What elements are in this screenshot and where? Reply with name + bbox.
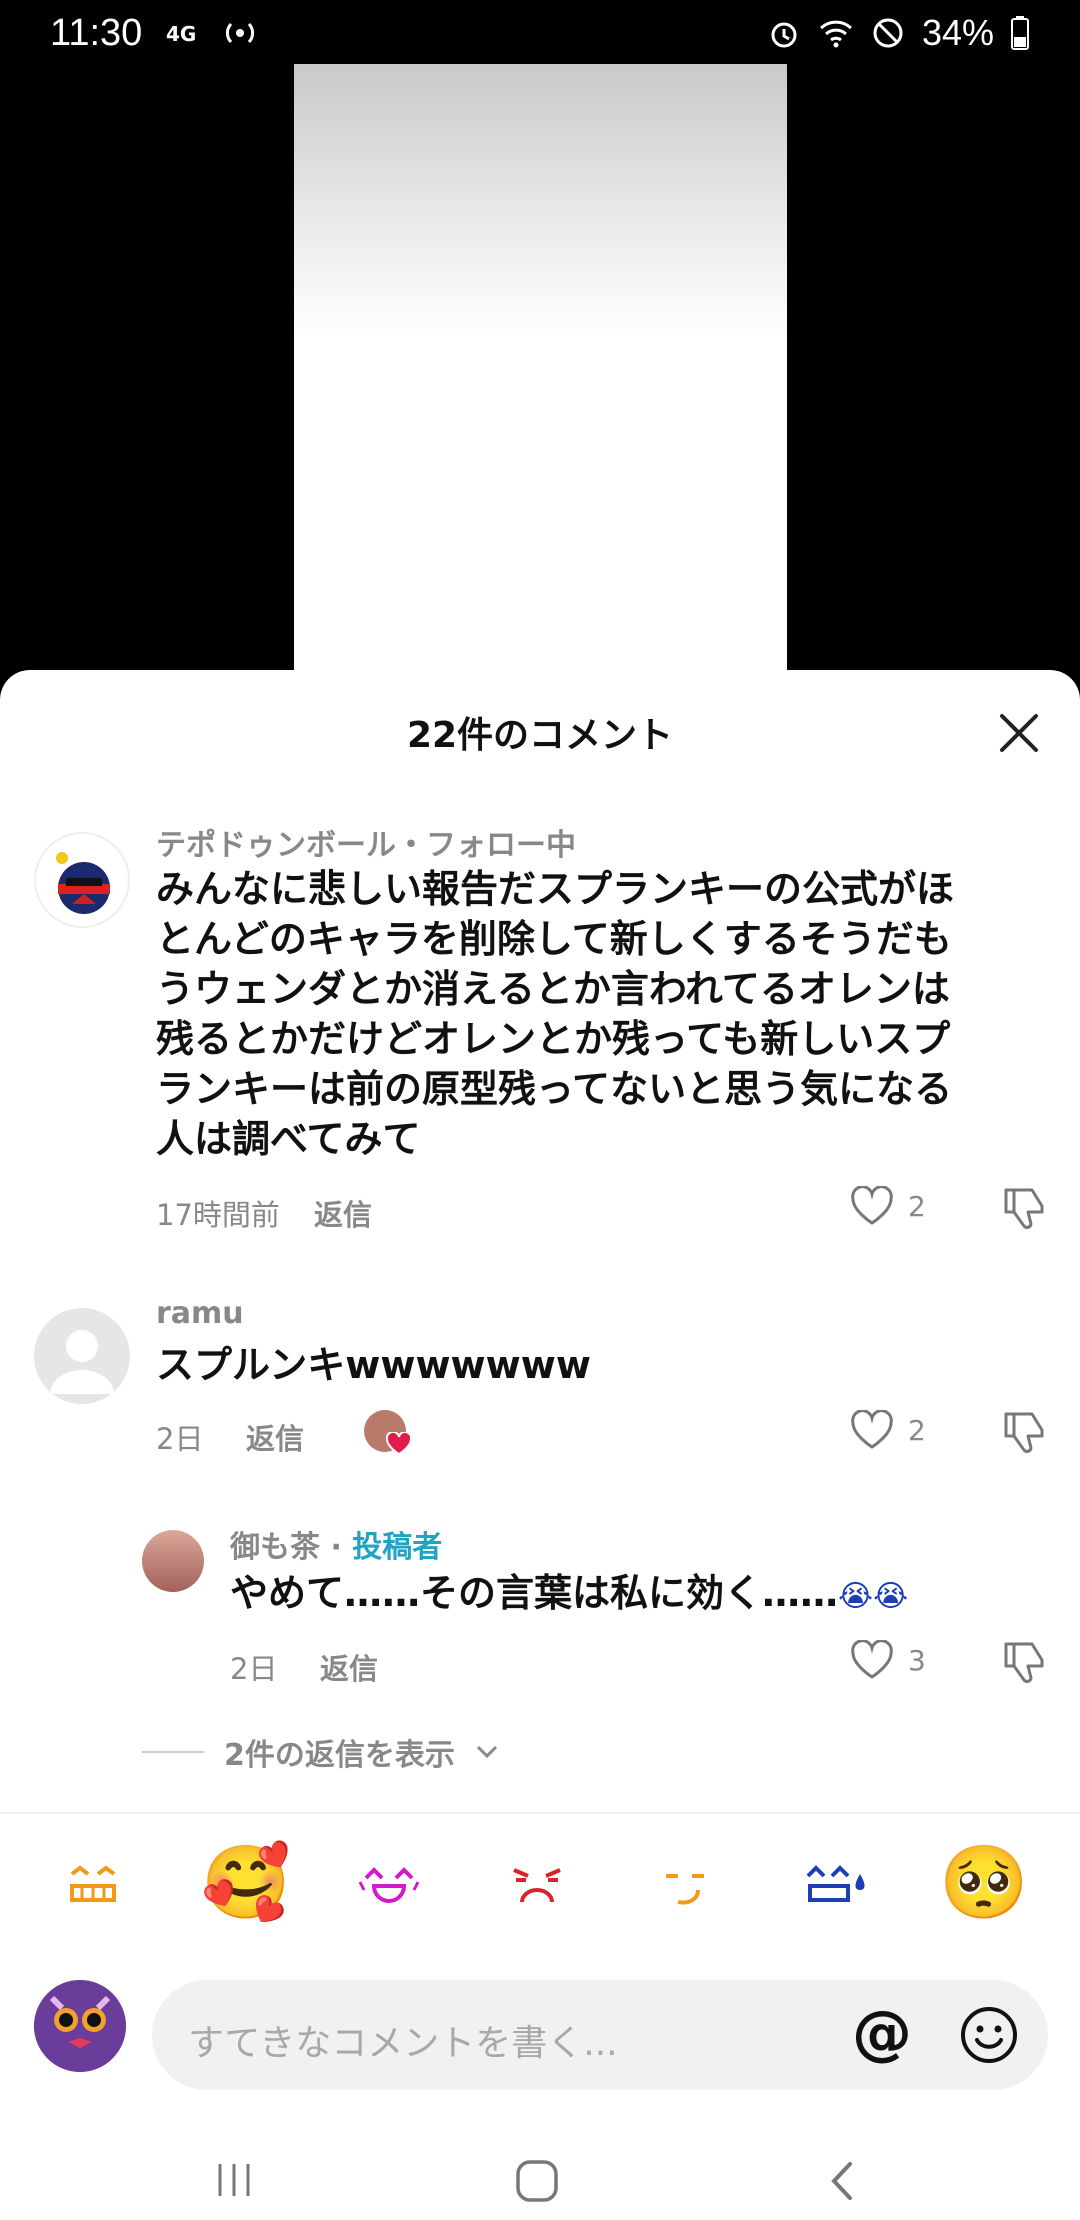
- comment-text: みんなに悲しい報告だスプランキーの公式がほ とんどのキャラを削除して新しくするそ…: [156, 864, 1036, 1164]
- mention-button[interactable]: @: [852, 1998, 912, 2068]
- like-button[interactable]: 2: [850, 1186, 926, 1226]
- screen: { "status_bar": { "time": "11:30", "batt…: [0, 0, 1080, 2220]
- sweat-emoji[interactable]: [790, 1840, 876, 1926]
- reply-text-body: やめて……その言葉は私に効く……: [230, 1571, 839, 1615]
- comment-input[interactable]: すてきなコメントを書く... @: [152, 1980, 1048, 2090]
- comment-timestamp: 17時間前: [156, 1198, 280, 1232]
- video-player[interactable]: [294, 64, 787, 670]
- heart-icon: [851, 1186, 893, 1225]
- recent-apps-icon[interactable]: [212, 2160, 256, 2200]
- dislike-icon[interactable]: [1000, 1640, 1048, 1684]
- svg-text:4G: 4G: [166, 22, 196, 46]
- smirk-emoji[interactable]: [642, 1840, 728, 1926]
- laughing-emoji[interactable]: [346, 1840, 432, 1926]
- my-avatar[interactable]: [34, 1980, 126, 2072]
- battery-percentage: 34%: [921, 12, 994, 53]
- comment-text-line: みんなに悲しい報告だスプランキーの公式がほ: [156, 867, 955, 911]
- avatar[interactable]: [34, 1308, 130, 1404]
- dislike-icon[interactable]: [1000, 1410, 1048, 1454]
- like-button[interactable]: 3: [850, 1640, 926, 1680]
- comment-composer: すてきなコメントを書く... @: [0, 1960, 1080, 2100]
- comment-text: スプルンキwwwwwww: [156, 1343, 591, 1387]
- comment-timestamp: 2日: [156, 1422, 204, 1456]
- hotspot-icon: [226, 22, 255, 44]
- like-button[interactable]: 2: [850, 1410, 926, 1450]
- author-badge: 投稿者: [352, 1530, 443, 1565]
- comments-title: 22件のコメント: [406, 715, 674, 756]
- comments-sheet: 22件のコメント テポドゥンボール・フォロー中 みんなに悲しい報告だスプランキー…: [0, 670, 1080, 2220]
- reply-text: やめて……その言葉は私に効く……😭😭: [230, 1568, 1030, 1622]
- dislike-icon[interactable]: [1000, 1186, 1048, 1230]
- smiling-face-with-hearts-emoji[interactable]: 🥰: [196, 1832, 296, 1932]
- view-replies-button[interactable]: 2件の返信を表示: [142, 1730, 499, 1774]
- emoji-picker-icon[interactable]: [958, 2004, 1020, 2066]
- comment-text-line: 人は調べてみて: [156, 1117, 421, 1161]
- comment-username[interactable]: ramu: [156, 1296, 244, 1331]
- comment-text-line: ランキーは前の原型残ってないと思う気になる: [156, 1067, 953, 1111]
- divider: [0, 1812, 1080, 1814]
- heart-icon: [386, 1432, 412, 1456]
- reply-username-line: 御も茶 · 投稿者: [230, 1522, 442, 1566]
- comment-text-line: 残るとかだけどオレンとか残っても新しいスプ: [156, 1017, 951, 1061]
- comment-timestamp: 2日: [230, 1652, 278, 1686]
- comment-username[interactable]: テポドゥンボール・フォロー中: [156, 820, 576, 864]
- heart-icon: [851, 1410, 893, 1449]
- comment-input-placeholder: すてきなコメントを書く...: [188, 2023, 618, 2064]
- separator: ·: [320, 1530, 353, 1565]
- home-icon[interactable]: [514, 2158, 560, 2204]
- comment-text-line: うウェンダとか消えるとか言われてるオレンは: [156, 967, 950, 1011]
- crying-emoji: 😭😭: [838, 1579, 909, 1614]
- like-count: 3: [908, 1643, 926, 1677]
- reply-button[interactable]: 返信: [246, 1416, 304, 1458]
- alarm-icon: [771, 22, 797, 48]
- close-icon[interactable]: [996, 710, 1042, 756]
- comment-text-line: とんどのキャラを削除して新しくするそうだも: [156, 917, 952, 961]
- avatar[interactable]: [34, 832, 130, 928]
- reply-username[interactable]: 御も茶: [230, 1530, 320, 1565]
- reply-button[interactable]: 返信: [314, 1192, 372, 1234]
- 4g-icon: 4G: [166, 22, 196, 46]
- view-replies-label: 2件の返信を表示: [224, 1738, 455, 1773]
- wifi-icon: [819, 20, 852, 48]
- heart-icon: [851, 1640, 893, 1679]
- chevron-down-icon: [476, 1745, 497, 1759]
- avatar[interactable]: [142, 1530, 204, 1592]
- reply-button[interactable]: 返信: [320, 1646, 378, 1688]
- battery-icon: [1011, 16, 1029, 50]
- like-count: 2: [908, 1413, 926, 1447]
- grin-emoji[interactable]: [50, 1840, 136, 1926]
- back-icon[interactable]: [826, 2158, 856, 2204]
- like-count: 2: [908, 1189, 926, 1223]
- angry-emoji[interactable]: [494, 1840, 580, 1926]
- do-not-disturb-icon: [873, 18, 903, 48]
- system-nav-bar: [0, 2130, 1080, 2220]
- creator-liked-badge: [364, 1410, 412, 1458]
- status-bar: 11:30 4G 34%: [0, 0, 1080, 66]
- pleading-face-emoji[interactable]: 🥺: [934, 1832, 1034, 1932]
- status-time: 11:30: [50, 11, 143, 54]
- emoji-bar: 🥰 🥺: [0, 1840, 1080, 1950]
- divider-line: [142, 1751, 204, 1753]
